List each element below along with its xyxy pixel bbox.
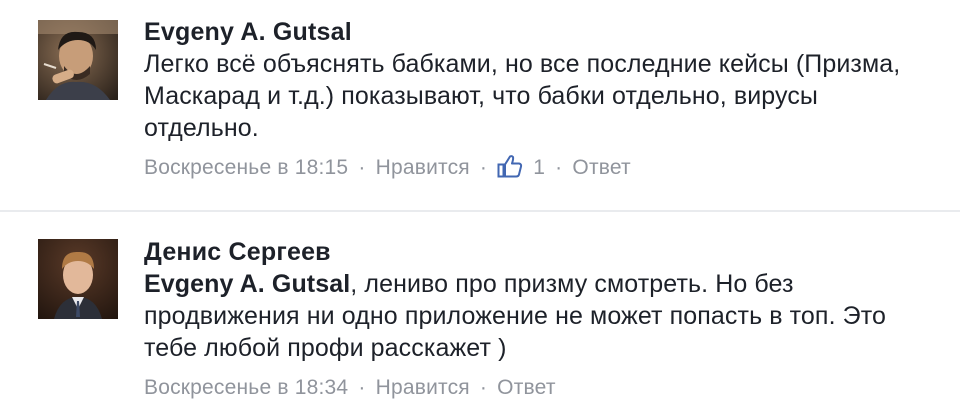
separator: · bbox=[479, 156, 488, 179]
avatar[interactable] bbox=[38, 20, 118, 100]
comment-author[interactable]: Денис Сергеев bbox=[144, 236, 920, 268]
avatar-photo bbox=[38, 20, 118, 100]
separator: · bbox=[358, 376, 366, 399]
separator: · bbox=[358, 156, 366, 179]
comment-author[interactable]: Evgeny A. Gutsal bbox=[144, 16, 920, 48]
comment-actions: Воскресенье в 18:34 · Нравится · Ответ bbox=[144, 374, 920, 402]
comment-body: Evgeny A. Gutsal Легко всё объяснять баб… bbox=[144, 16, 920, 182]
reply-button[interactable]: Ответ bbox=[497, 376, 555, 399]
like-button[interactable]: Нравится bbox=[376, 376, 470, 399]
like-count[interactable]: 1 bbox=[533, 156, 545, 179]
thumbs-up-icon[interactable] bbox=[497, 154, 523, 178]
comment-timestamp[interactable]: Воскресенье в 18:34 bbox=[144, 376, 348, 399]
mention-link[interactable]: Evgeny A. Gutsal bbox=[144, 270, 350, 298]
reply-button[interactable]: Ответ bbox=[572, 156, 630, 179]
comment: Денис Сергеев Evgeny A. Gutsal, лениво п… bbox=[0, 212, 960, 418]
comment-text: Легко всё объяснять бабками, но все посл… bbox=[144, 50, 901, 142]
separator: · bbox=[479, 376, 488, 399]
separator: · bbox=[555, 156, 563, 179]
avatar-photo bbox=[38, 239, 118, 319]
comment-actions: Воскресенье в 18:15 · Нравится · 1 · Отв… bbox=[144, 154, 920, 182]
comment-timestamp[interactable]: Воскресенье в 18:15 bbox=[144, 156, 348, 179]
comment-body: Денис Сергеев Evgeny A. Gutsal, лениво п… bbox=[144, 236, 920, 402]
comment: Evgeny A. Gutsal Легко всё объяснять баб… bbox=[0, 0, 960, 210]
avatar[interactable] bbox=[38, 239, 118, 319]
comment-text: Evgeny A. Gutsal, лениво про призму смот… bbox=[144, 268, 920, 364]
like-button[interactable]: Нравится bbox=[376, 156, 470, 179]
